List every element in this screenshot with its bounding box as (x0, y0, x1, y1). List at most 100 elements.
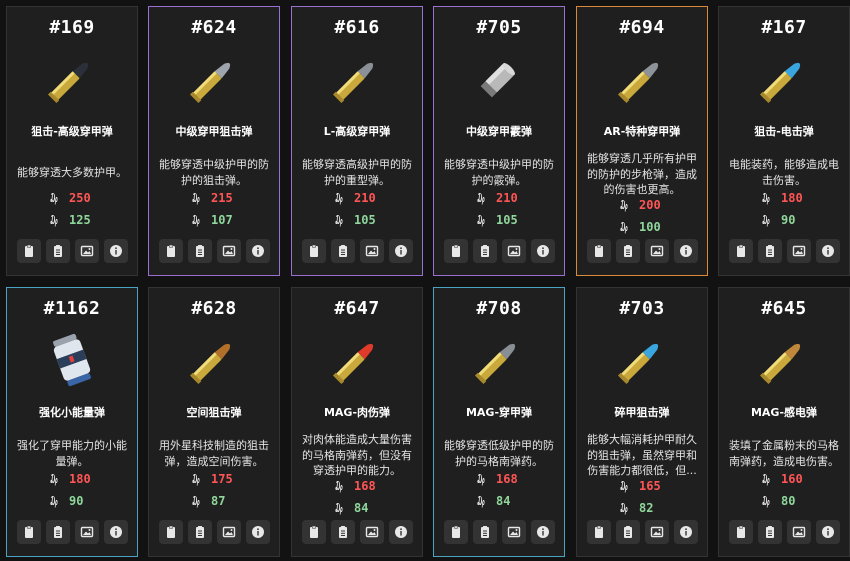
info-button[interactable] (388, 520, 413, 544)
ammo-name: 空间狙击弹 (186, 406, 242, 419)
image-icon (80, 525, 94, 539)
copy-button[interactable] (301, 239, 326, 263)
image-icon (650, 525, 664, 539)
ammo-card[interactable]: #705 中级穿甲霰弹 能够穿透中级护甲的防护的霰弹。 ₯ 210 ₯ 105 (433, 6, 565, 276)
clipboard-list-button[interactable] (615, 239, 640, 263)
clipboard-list-icon (336, 244, 350, 258)
ammo-card[interactable]: #703 碎甲狙击弹 能够大幅消耗护甲耐久的狙击弹，虽然穿甲和伤害能力都很低，但..… (576, 287, 708, 557)
penetration-stat: ₯ 105 (434, 212, 564, 228)
info-button[interactable] (245, 520, 270, 544)
ammo-description: 装填了金属粉末的马格南弹药，造成电伤害。 (729, 439, 839, 468)
image-icon (80, 244, 94, 258)
currency-icon: ₯ (477, 213, 485, 227)
ammo-description: 强化了穿甲能力的小能量弹。 (17, 439, 127, 468)
copy-icon (592, 244, 606, 258)
clipboard-list-button[interactable] (45, 239, 70, 263)
penetration-stat: ₯ 87 (149, 493, 279, 509)
clipboard-list-button[interactable] (757, 520, 782, 544)
card-actions (292, 520, 422, 544)
ammo-card[interactable]: #167 狙击-电击弹 电能装药，能够造成电击伤害。 ₯ 180 ₯ 90 (718, 6, 850, 276)
image-button[interactable] (216, 520, 241, 544)
info-button[interactable] (815, 520, 840, 544)
ammo-name: 狙击-高级穿甲弹 (31, 125, 113, 138)
ammo-card[interactable]: #647 MAG-肉伤弹 对肉体能造成大量伤害的马格南弹药，但没有穿透护甲的能力。 ₯… (291, 287, 423, 557)
card-actions (292, 239, 422, 263)
copy-button[interactable] (443, 239, 468, 263)
image-button[interactable] (74, 239, 99, 263)
clipboard-list-button[interactable] (45, 520, 70, 544)
ammo-card-grid: #169 狙击-高级穿甲弹 能够穿透大多数护甲。 ₯ 250 ₯ 125 #624 中级穿甲狙击… (0, 0, 850, 561)
ammo-card[interactable]: #624 中级穿甲狙击弹 能够穿透中级护甲的防护的狙击弹。 ₯ 215 ₯ 107 (148, 6, 280, 276)
image-button[interactable] (501, 239, 526, 263)
clipboard-list-button[interactable] (330, 520, 355, 544)
currency-icon: ₯ (192, 472, 200, 486)
info-button[interactable] (815, 239, 840, 263)
clipboard-list-button[interactable] (330, 239, 355, 263)
ammo-description: 能够穿透大多数护甲。 (17, 166, 127, 179)
image-button[interactable] (644, 520, 669, 544)
ammo-card[interactable]: #628 空间狙击弹 用外星科技制造的狙击弹，造成空间伤害。 ₯ 175 ₯ 87 (148, 287, 280, 557)
copy-button[interactable] (158, 520, 183, 544)
currency-icon: ₯ (50, 472, 58, 486)
image-button[interactable] (501, 520, 526, 544)
copy-button[interactable] (16, 520, 41, 544)
card-actions (577, 239, 707, 263)
copy-button[interactable] (16, 239, 41, 263)
ammo-name: 中级穿甲狙击弹 (175, 125, 253, 138)
info-button[interactable] (530, 239, 555, 263)
copy-icon (307, 525, 321, 539)
image-button[interactable] (216, 239, 241, 263)
ammo-card[interactable]: #694 AR-特种穿甲弹 能够穿透几乎所有护甲的防护的步枪弹，造成的伤害也更高。 ₯… (576, 6, 708, 276)
clipboard-list-button[interactable] (187, 520, 212, 544)
copy-button[interactable] (301, 520, 326, 544)
bullet-steel-tip-icon (467, 328, 531, 392)
image-button[interactable] (359, 239, 384, 263)
ammo-card[interactable]: #169 狙击-高级穿甲弹 能够穿透大多数护甲。 ₯ 250 ₯ 125 (6, 6, 138, 276)
image-button[interactable] (644, 239, 669, 263)
copy-button[interactable] (728, 239, 753, 263)
image-button[interactable] (786, 239, 811, 263)
image-button[interactable] (359, 520, 384, 544)
copy-button[interactable] (586, 520, 611, 544)
copy-button[interactable] (158, 239, 183, 263)
ammo-card[interactable]: #645 MAG-感电弹 装填了金属粉末的马格南弹药，造成电伤害。 ₯ 160 ₯ 80 (718, 287, 850, 557)
info-button[interactable] (388, 239, 413, 263)
info-icon (821, 525, 835, 539)
damage-stat: ₯ 180 (7, 471, 137, 487)
bullet-blue-tip-icon (610, 328, 674, 392)
ammo-card[interactable]: #616 L-高级穿甲弹 能够穿透高级护甲的防护的重型弹。 ₯ 210 ₯ 105 (291, 6, 423, 276)
clipboard-list-button[interactable] (472, 520, 497, 544)
damage-value: 175 (211, 472, 233, 486)
card-actions (719, 520, 849, 544)
ammo-id: #624 (191, 17, 237, 38)
damage-stat: ₯ 175 (149, 471, 279, 487)
info-button[interactable] (673, 520, 698, 544)
bullet-blue-tip-icon (752, 47, 816, 111)
ammo-card[interactable]: #708 MAG-穿甲弹 能够穿透低级护甲的防护的马格南弹药。 ₯ 168 ₯ 84 (433, 287, 565, 557)
image-icon (792, 244, 806, 258)
currency-icon: ₯ (620, 501, 628, 515)
image-button[interactable] (74, 520, 99, 544)
bullet-steel-tip-icon (182, 47, 246, 111)
clipboard-list-button[interactable] (615, 520, 640, 544)
info-button[interactable] (245, 239, 270, 263)
info-button[interactable] (103, 239, 128, 263)
copy-button[interactable] (586, 239, 611, 263)
penetration-stat: ₯ 125 (7, 212, 137, 228)
penetration-value: 84 (354, 501, 369, 515)
copy-button[interactable] (728, 520, 753, 544)
penetration-stat: ₯ 82 (577, 500, 707, 516)
clipboard-list-button[interactable] (757, 239, 782, 263)
ammo-id: #616 (334, 17, 380, 38)
image-button[interactable] (786, 520, 811, 544)
clipboard-list-button[interactable] (472, 239, 497, 263)
currency-icon: ₯ (335, 501, 343, 515)
copy-button[interactable] (443, 520, 468, 544)
info-button[interactable] (673, 239, 698, 263)
info-icon (679, 525, 693, 539)
clipboard-list-button[interactable] (187, 239, 212, 263)
damage-value: 200 (639, 198, 661, 212)
info-button[interactable] (530, 520, 555, 544)
info-button[interactable] (103, 520, 128, 544)
ammo-card[interactable]: #1162 强化小能量弹 强化了穿甲能力的小能量弹。 ₯ 180 ₯ 90 (6, 287, 138, 557)
